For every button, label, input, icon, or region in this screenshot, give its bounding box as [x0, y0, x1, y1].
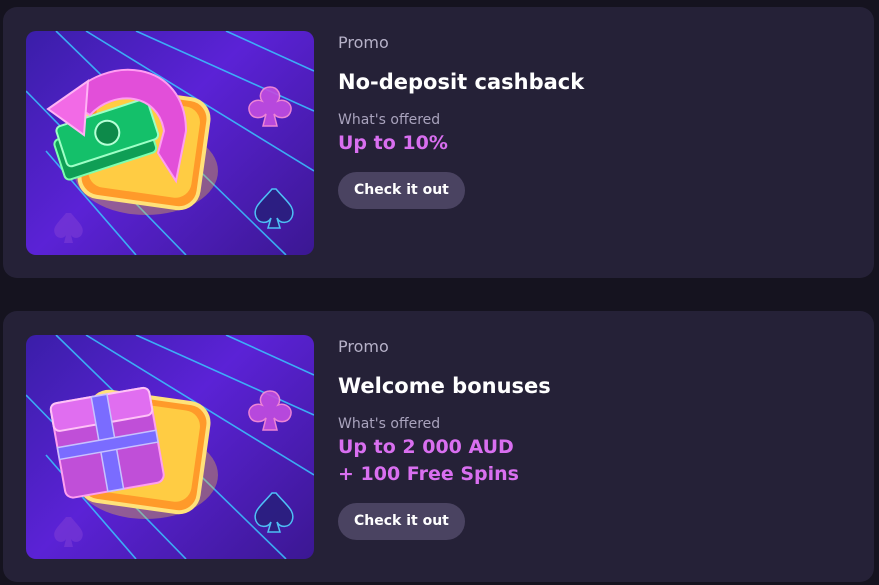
- promo-image-welcome: [26, 335, 314, 559]
- promo-info-cashback: Promo No-deposit cashback What's offered…: [338, 33, 584, 209]
- promo-kicker: Promo: [338, 33, 389, 52]
- gift-box-icon: [26, 335, 314, 559]
- promo-card-cashback: Promo No-deposit cashback What's offered…: [3, 7, 874, 278]
- offer-value-line-1: Up to 2 000 AUD: [338, 436, 514, 458]
- promo-info-welcome: Promo Welcome bonuses What's offered Up …: [338, 337, 551, 540]
- promo-title: No-deposit cashback: [338, 70, 585, 94]
- check-it-out-button[interactable]: Check it out: [338, 503, 465, 540]
- offer-value-line-2: + 100 Free Spins: [338, 463, 519, 485]
- offer-label: What's offered: [338, 416, 441, 432]
- promo-title: Welcome bonuses: [338, 374, 551, 398]
- offer-value: Up to 10%: [338, 132, 448, 154]
- promo-card-welcome: Promo Welcome bonuses What's offered Up …: [3, 311, 874, 582]
- promo-image-cashback: [26, 31, 314, 255]
- check-it-out-button[interactable]: Check it out: [338, 172, 465, 209]
- promo-kicker: Promo: [338, 337, 389, 356]
- offer-label: What's offered: [338, 112, 441, 128]
- cashback-money-icon: [26, 31, 314, 255]
